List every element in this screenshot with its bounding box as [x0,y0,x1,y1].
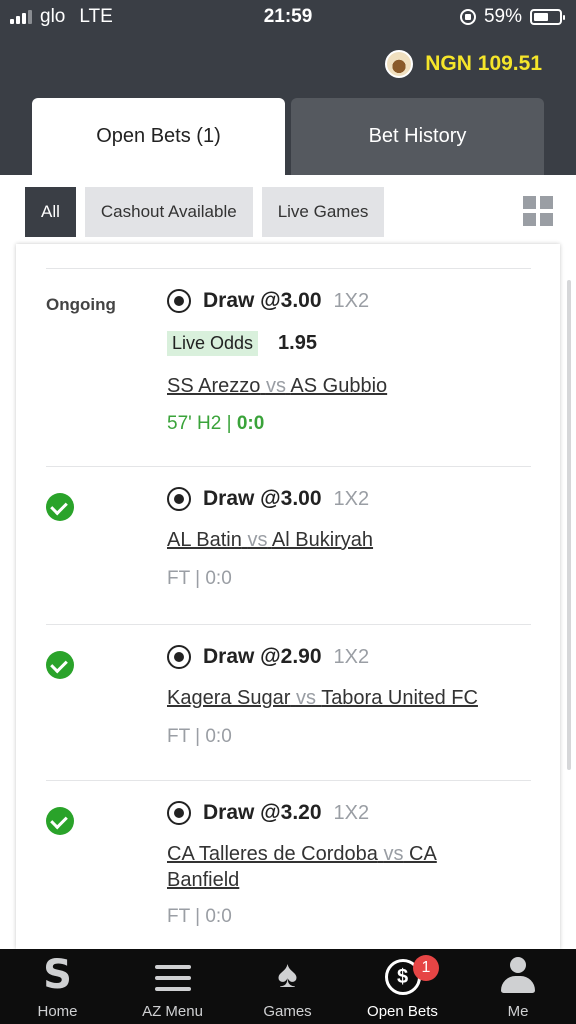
bet-item[interactable]: Draw @3.20 1X2 CA Talleres de Cordoba vs… [46,780,531,949]
bet-status: Ongoing [46,295,116,314]
soccer-ball-icon [167,801,191,825]
bet-tabs: Open Bets (1) Bet History [32,98,544,175]
spade-icon: ♠ [277,954,298,996]
filter-live-games[interactable]: Live Games [261,187,385,237]
nav-me[interactable]: Me [460,949,576,1024]
match-link[interactable]: AL Batin vs Al Bukiryah [167,527,373,553]
balance-amount: NGN 109.51 [425,52,542,75]
pick-row: Draw @3.00 1X2 [167,289,369,313]
market-label: 1X2 [333,645,370,668]
match-link[interactable]: CA Talleres de Cordoba vs CA Banfield [167,841,437,893]
away-team: Al Bukiryah [271,529,374,551]
match-link[interactable]: Kagera Sugar vs Tabora United FC [167,685,478,711]
battery-fill [534,13,549,21]
nav-az-menu[interactable]: AZ Menu [115,949,230,1024]
nav-open-bets[interactable]: $ 1 Open Bets [345,949,460,1024]
nav-label: Me [507,1003,529,1020]
pick-label: Draw @2.90 [203,645,322,668]
live-odds-tag: Live Odds [167,331,259,356]
market-label: 1X2 [333,801,370,824]
pick-row: Draw @3.00 1X2 [167,487,369,511]
grid-view-icon[interactable] [523,196,553,226]
vs-label: vs [295,687,316,709]
battery-icon [530,9,565,25]
bet-item[interactable]: Ongoing Draw @3.00 1X2 Live Odds 1.95 SS… [46,268,531,466]
tab-bet-history[interactable]: Bet History [291,98,544,175]
soccer-ball-icon [167,289,191,313]
pick-row: Draw @3.20 1X2 [167,801,369,825]
pick-label: Draw @3.00 [203,487,322,510]
vs-label: vs [247,529,268,551]
notification-badge: 1 [413,955,439,981]
pick-row: Draw @2.90 1X2 [167,645,369,669]
pick-label: Draw @3.00 [203,289,322,312]
match-score: FT | 0:0 [167,568,232,589]
status-right: 59% [459,6,565,28]
bet-item[interactable]: Draw @3.00 1X2 AL Batin vs Al Bukiryah F… [46,466,531,624]
bet-item[interactable]: Draw @2.90 1X2 Kagera Sugar vs Tabora Un… [46,624,531,780]
status-bar: glo LTE 21:59 59% [0,0,576,34]
soccer-ball-icon [167,645,191,669]
soccer-ball-icon [167,487,191,511]
nav-label: Home [37,1003,78,1020]
home-team: CA Talleres de Cordoba [167,843,378,865]
app-header: glo LTE 21:59 59% NGN 109.51 Open Bets (… [0,0,576,175]
market-label: 1X2 [333,289,370,312]
match-link[interactable]: SS Arezzo vs AS Gubbio [167,373,387,399]
match-score: 57' H2 | 0:0 [167,413,264,435]
live-odds-value: 1.95 [278,332,317,354]
home-team: AL Batin [167,529,242,551]
match-score: FT | 0:0 [167,726,232,747]
nav-label: Games [263,1003,312,1020]
home-team: Kagera Sugar [167,687,291,709]
scrollbar[interactable] [567,280,571,770]
bet-list[interactable]: Ongoing Draw @3.00 1X2 Live Odds 1.95 SS… [16,244,560,949]
live-odds-row: Live Odds 1.95 [167,331,317,356]
menu-icon [154,965,191,991]
bottom-nav: S Home AZ Menu ♠ Games $ 1 Open Bets Me [0,949,576,1024]
match-time: 57' H2 | [167,413,237,434]
score-value: 0:0 [236,413,265,434]
nav-games[interactable]: ♠ Games [230,949,345,1024]
tab-open-bets[interactable]: Open Bets (1) [32,98,285,175]
filter-bar: All Cashout Available Live Games [25,187,385,237]
market-label: 1X2 [333,487,370,510]
won-check-icon [46,493,74,521]
vs-label: vs [265,375,286,397]
pick-label: Draw @3.20 [203,801,322,824]
account-balance[interactable]: NGN 109.51 [385,50,542,78]
won-check-icon [46,651,74,679]
won-check-icon [46,807,74,835]
home-team: SS Arezzo [167,375,261,397]
rotation-lock-icon [459,9,476,25]
user-icon [501,957,535,995]
match-score: FT | 0:0 [167,906,232,927]
nav-home[interactable]: S Home [0,949,115,1024]
vs-label: vs [383,843,404,865]
away-team: AS Gubbio [290,375,388,397]
battery-percent: 59% [483,6,522,27]
filter-cashout-available[interactable]: Cashout Available [84,187,253,237]
home-icon: S [43,952,72,998]
filter-all[interactable]: All [25,187,76,237]
nav-label: AZ Menu [142,1003,203,1020]
nav-label: Open Bets [367,1003,438,1020]
away-team: Tabora United FC [321,687,478,709]
avatar[interactable] [385,50,414,78]
